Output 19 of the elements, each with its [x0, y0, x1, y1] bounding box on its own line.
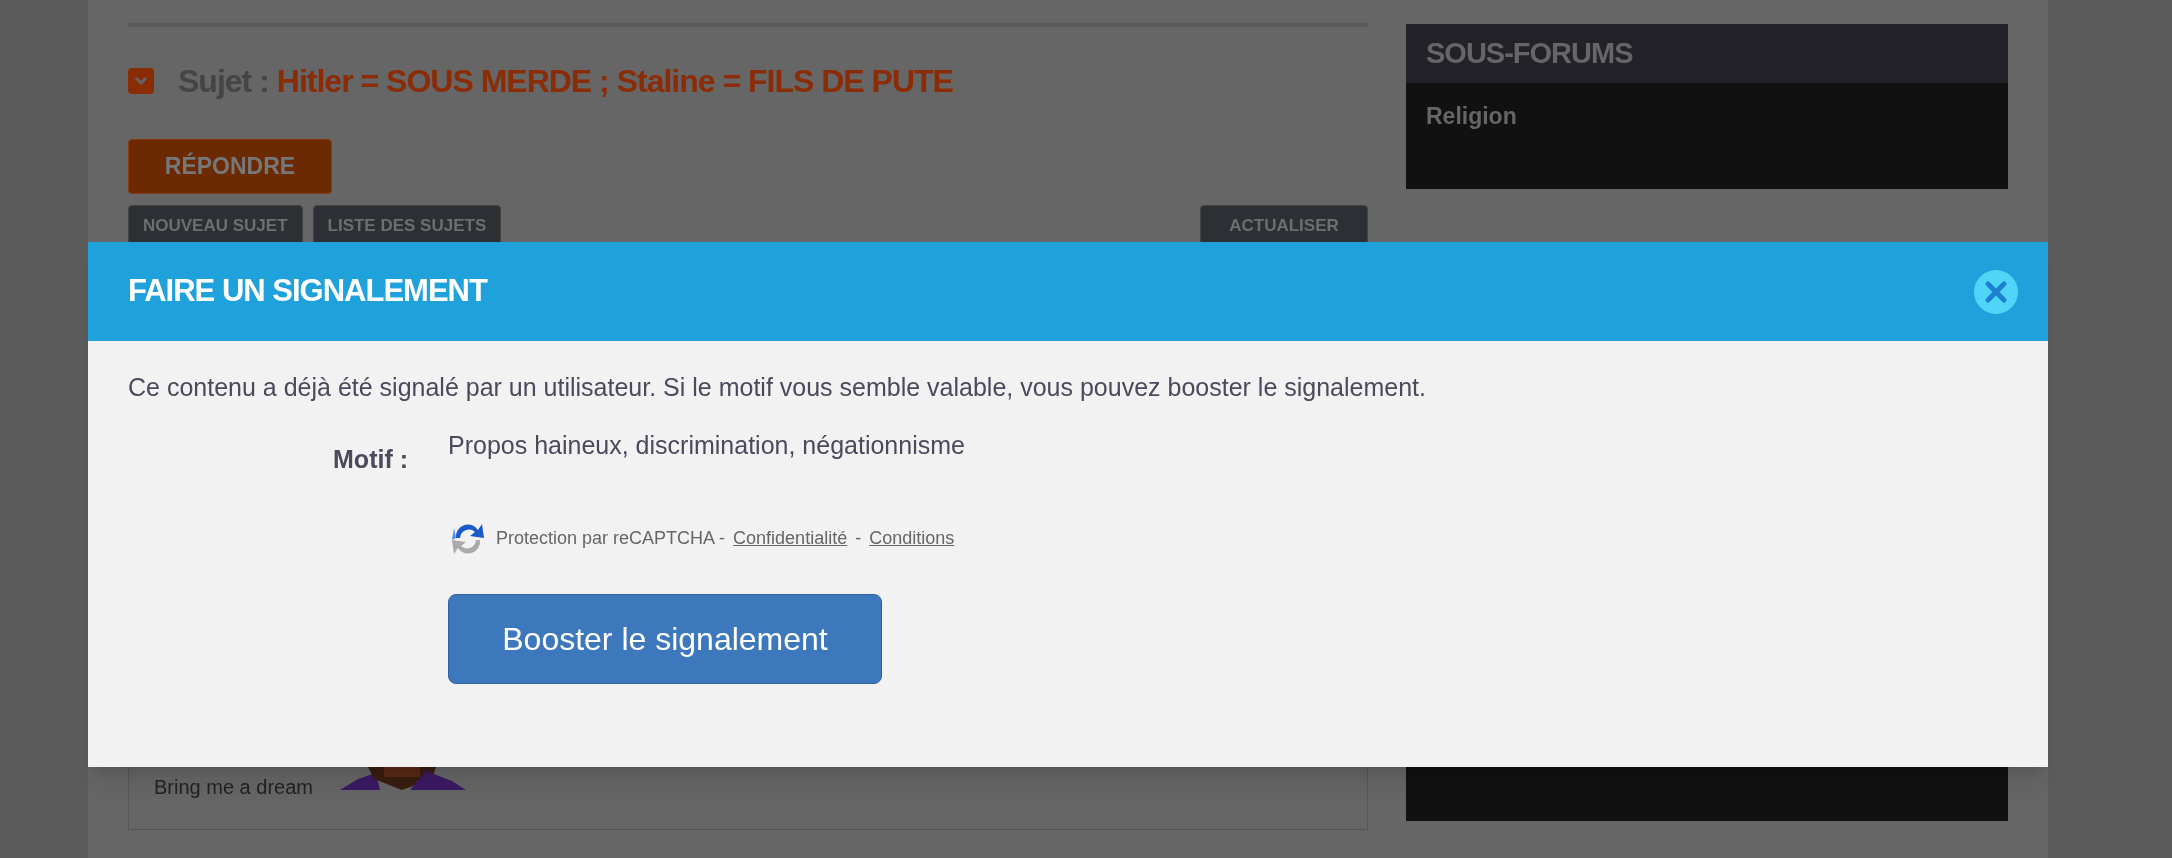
- reason-text: Propos haineux, discrimination, négationnisme: [448, 429, 965, 461]
- terms-link[interactable]: Conditions: [869, 524, 955, 552]
- toolbar-button[interactable]: LISTE DES SUJETS: [312, 205, 502, 245]
- reply-button[interactable]: RÉPONDRE: [128, 139, 332, 194]
- sidebar-link[interactable]: Religion: [1426, 99, 1988, 134]
- modal-message: Ce contenu a déjà été signalé par un utilisateur. Si le motif vous semble valable, vous pouvez booster le signalement.: [128, 372, 1427, 403]
- sidebar-title: SOUS-FORUMS: [1426, 35, 1633, 71]
- signature-text: Bring me a dream: [154, 775, 313, 800]
- topic-title: Hitler = SOUS MERDE ; Staline = FILS DE PUTE: [276, 62, 953, 101]
- recaptcha-text: Protection par reCAPTCHA -: [496, 526, 726, 550]
- separator-text: -: [855, 526, 862, 550]
- chevron-icon[interactable]: [128, 68, 154, 94]
- boost-button[interactable]: Booster le signalement: [448, 594, 882, 684]
- toolbar-button[interactable]: NOUVEAU SUJET: [128, 205, 303, 245]
- toolbar-button[interactable]: ACTUALISER: [1200, 205, 1368, 245]
- modal-title: FAIRE UN SIGNALEMENT: [128, 272, 487, 311]
- reason-label: Motif :: [332, 443, 408, 475]
- privacy-link[interactable]: Confidentialité: [733, 524, 848, 552]
- close-icon[interactable]: [1974, 269, 2018, 314]
